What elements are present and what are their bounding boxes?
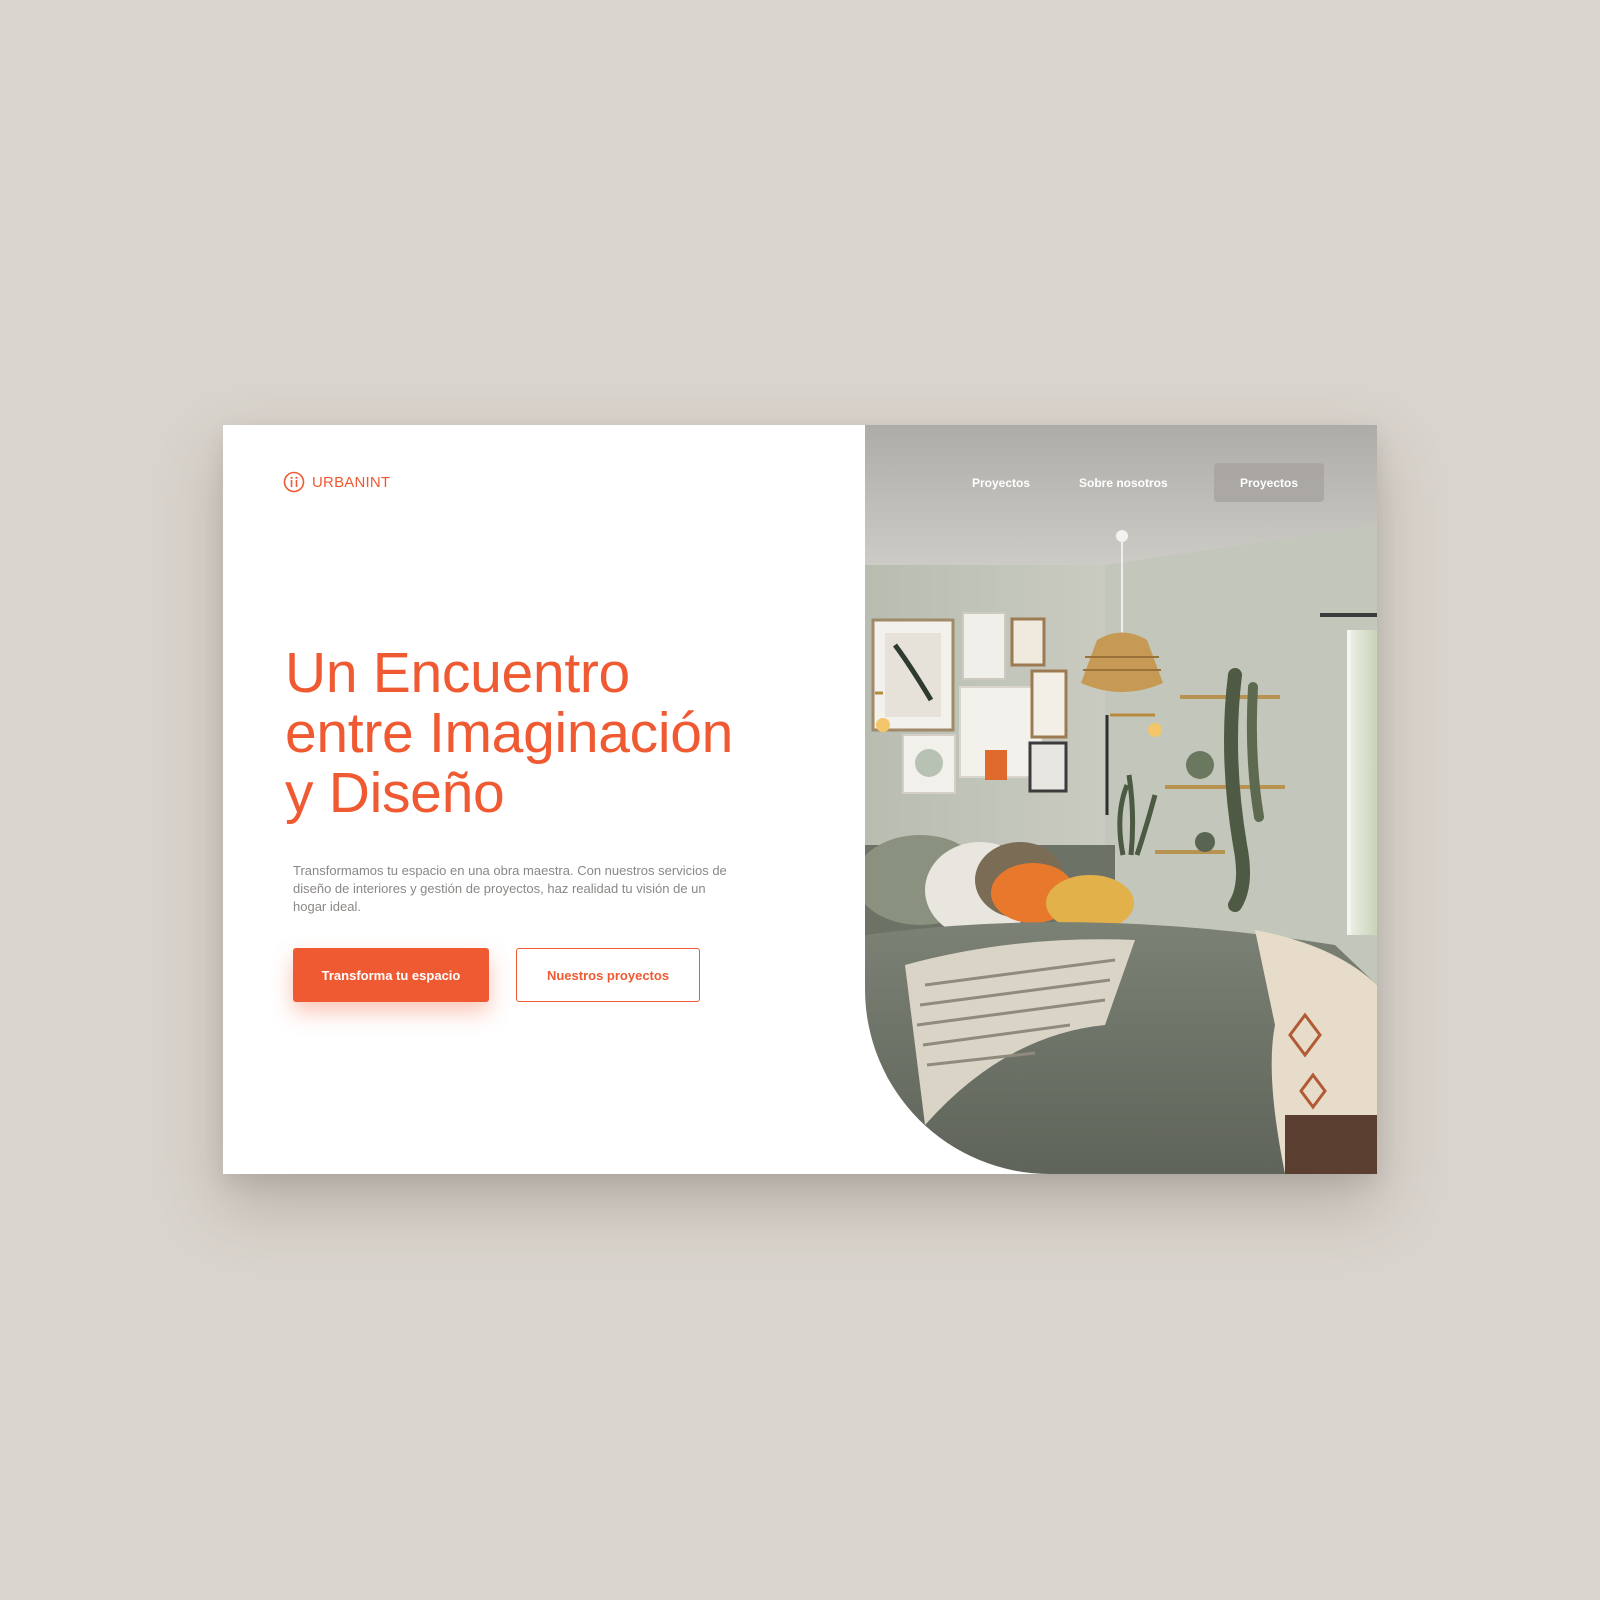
our-projects-button[interactable]: Nuestros proyectos bbox=[516, 948, 700, 1002]
hero-image: Proyectos Sobre nosotros Proyectos bbox=[865, 425, 1377, 1174]
bedroom-interior-photo bbox=[865, 425, 1377, 1174]
top-navigation: Proyectos Sobre nosotros Proyectos bbox=[865, 463, 1377, 503]
hero-description: Transformamos tu espacio en una obra mae… bbox=[293, 863, 727, 914]
nav-projects-button[interactable]: Proyectos bbox=[1214, 463, 1324, 502]
landing-page-card: URBANINT Un Encuentro entre Imaginación … bbox=[223, 425, 1377, 1174]
circle-ii-logo-icon bbox=[283, 471, 305, 493]
brand-logo[interactable]: URBANINT bbox=[283, 471, 390, 493]
brand-name: URBANINT bbox=[312, 473, 391, 491]
hero-headline: Un Encuentro entre Imaginación y Diseño bbox=[285, 643, 845, 823]
transform-space-button[interactable]: Transforma tu espacio bbox=[293, 948, 489, 1002]
headline-line-3: y Diseño bbox=[285, 761, 505, 825]
nav-link-projects[interactable]: Proyectos bbox=[972, 463, 1030, 503]
headline-line-2: entre Imaginación bbox=[285, 701, 734, 765]
headline-line-1: Un Encuentro bbox=[285, 641, 630, 705]
nav-link-about-us[interactable]: Sobre nosotros bbox=[1079, 463, 1168, 503]
hero-text-panel: URBANINT Un Encuentro entre Imaginación … bbox=[223, 425, 865, 1174]
